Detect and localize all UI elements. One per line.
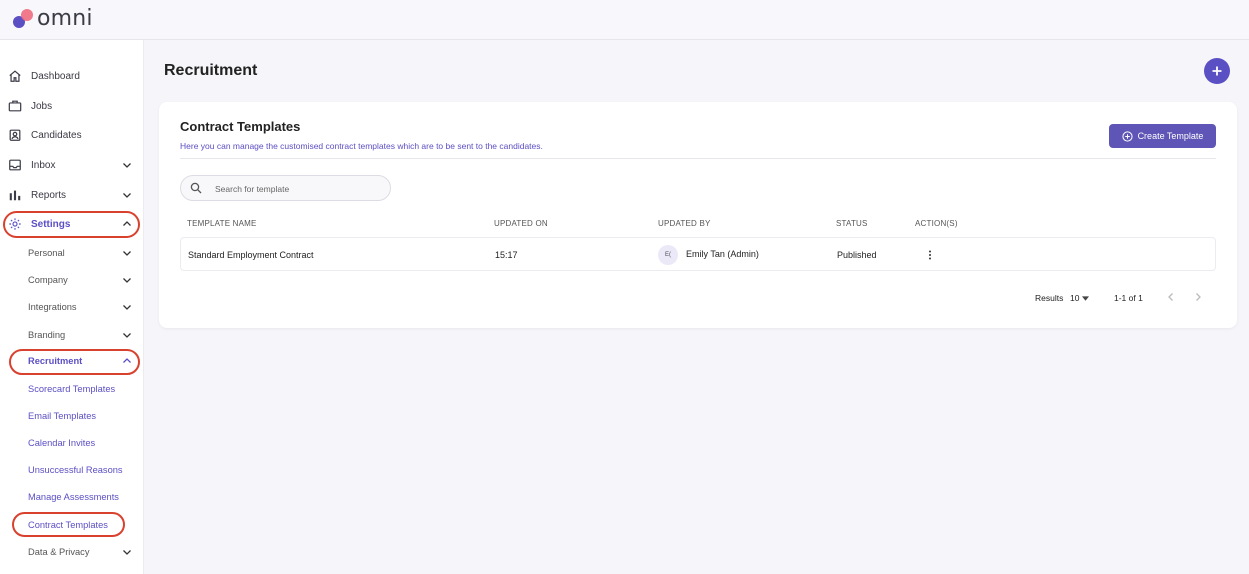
sidebar-item-label: Candidates	[31, 129, 82, 141]
sidebar: Dashboard Jobs Candidates Inbox Reports …	[0, 40, 144, 574]
sidebar-item-label: Dashboard	[31, 70, 80, 82]
pagination-range: 1-1 of 1	[1114, 293, 1143, 303]
chevron-down-icon[interactable]	[121, 159, 133, 171]
sub-item-label: Unsuccessful Reasons	[28, 465, 123, 475]
sub-item-label: Calendar Invites	[28, 438, 96, 448]
chevron-up-icon[interactable]	[121, 355, 133, 367]
column-header-actions: ACTION(S)	[915, 219, 958, 228]
search-input[interactable]	[215, 181, 385, 197]
sub-item-label: Data & Privacy	[28, 547, 90, 557]
sidebar-item-settings[interactable]: Settings	[0, 212, 144, 236]
plus-icon	[1212, 66, 1222, 76]
sidebar-item-inbox[interactable]: Inbox	[0, 153, 144, 177]
add-button[interactable]	[1204, 58, 1230, 84]
settings-sub-personal[interactable]: Personal	[0, 243, 144, 263]
chevron-down-icon[interactable]	[121, 301, 133, 313]
column-header-template-name[interactable]: TEMPLATE NAME	[187, 219, 257, 228]
page-size-value: 10	[1070, 293, 1080, 303]
sidebar-item-label: Reports	[31, 189, 67, 201]
table-row[interactable]: Standard Employment Contract 15:17 E( Em…	[180, 237, 1216, 271]
card-description: Here you can manage the customised contr…	[180, 141, 543, 151]
sub-item-label: Integrations	[28, 302, 77, 312]
recruitment-sub-email-templates[interactable]: Email Templates	[0, 406, 144, 426]
column-header-updated-by[interactable]: UPDATED BY	[658, 219, 711, 228]
kebab-menu-icon	[929, 250, 931, 260]
settings-sub-data-privacy[interactable]: Data & Privacy	[0, 542, 144, 562]
id-badge-icon	[9, 129, 21, 141]
recruitment-sub-unsuccessful-reasons[interactable]: Unsuccessful Reasons	[0, 460, 144, 480]
settings-sub-company[interactable]: Company	[0, 270, 144, 290]
chevron-up-icon[interactable]	[121, 218, 133, 230]
column-header-updated-on[interactable]: UPDATED ON	[494, 219, 548, 228]
gear-icon	[9, 218, 21, 230]
home-icon	[9, 70, 21, 82]
sub-item-label: Recruitment	[28, 356, 83, 366]
sidebar-item-jobs[interactable]: Jobs	[0, 94, 144, 118]
avatar: E(	[658, 245, 678, 265]
settings-sub-integrations[interactable]: Integrations	[0, 297, 144, 317]
briefcase-icon	[8, 100, 22, 112]
plus-circle-icon	[1121, 130, 1133, 142]
sub-item-label: Company	[28, 275, 68, 285]
cell-status: Published	[837, 250, 877, 260]
cell-template-name: Standard Employment Contract	[188, 250, 314, 260]
bar-chart-icon	[9, 190, 21, 201]
recruitment-sub-calendar-invites[interactable]: Calendar Invites	[0, 433, 144, 453]
sub-item-label: Branding	[28, 330, 66, 340]
sub-item-label: Scorecard Templates	[28, 384, 116, 394]
page-title: Recruitment	[164, 62, 258, 79]
sidebar-item-label: Settings	[31, 218, 71, 230]
recruitment-sub-scorecard-templates[interactable]: Scorecard Templates	[0, 379, 144, 399]
sub-item-label: Manage Assessments	[28, 492, 119, 502]
chevron-down-icon[interactable]	[121, 329, 133, 341]
next-page-icon[interactable]	[1192, 291, 1204, 303]
logo-text: omni	[37, 6, 93, 31]
create-template-label: Create Template	[1137, 131, 1204, 141]
contract-templates-card: Contract Templates Here you can manage t…	[159, 102, 1237, 328]
search-icon	[190, 182, 202, 194]
divider	[180, 158, 1216, 159]
sidebar-item-label: Jobs	[31, 100, 53, 112]
chevron-down-icon[interactable]	[121, 274, 133, 286]
cell-updated-by: Emily Tan (Admin)	[686, 249, 759, 259]
column-header-status[interactable]: STATUS	[836, 219, 868, 228]
inbox-icon	[9, 159, 21, 171]
sub-item-label: Contract Templates	[28, 520, 108, 530]
page-size-select[interactable]: 10	[1070, 293, 1090, 303]
dropdown-arrow-icon	[1082, 295, 1090, 301]
sidebar-item-dashboard[interactable]: Dashboard	[0, 64, 144, 88]
sidebar-item-reports[interactable]: Reports	[0, 183, 144, 207]
chevron-down-icon[interactable]	[121, 189, 133, 201]
logo-icon	[12, 7, 36, 31]
recruitment-sub-manage-assessments[interactable]: Manage Assessments	[0, 487, 144, 507]
more-actions-button[interactable]	[924, 248, 936, 262]
sidebar-item-label: Inbox	[31, 159, 56, 171]
sub-item-label: Email Templates	[28, 411, 97, 421]
sub-item-label: Personal	[28, 248, 65, 258]
chevron-down-icon[interactable]	[121, 546, 133, 558]
recruitment-sub-contract-templates[interactable]: Contract Templates	[0, 515, 144, 535]
create-template-button[interactable]: Create Template	[1109, 124, 1216, 148]
sidebar-item-candidates[interactable]: Candidates	[0, 123, 144, 147]
cell-updated-on: 15:17	[495, 250, 518, 260]
chevron-down-icon[interactable]	[121, 247, 133, 259]
previous-page-icon[interactable]	[1165, 291, 1177, 303]
settings-sub-recruitment[interactable]: Recruitment	[0, 351, 144, 371]
top-bar: omni	[0, 0, 1249, 40]
omni-logo[interactable]: omni	[12, 6, 93, 31]
card-title: Contract Templates	[180, 119, 301, 134]
results-label: Results	[1035, 293, 1064, 303]
search-box[interactable]	[180, 175, 391, 201]
settings-sub-branding[interactable]: Branding	[0, 325, 144, 345]
